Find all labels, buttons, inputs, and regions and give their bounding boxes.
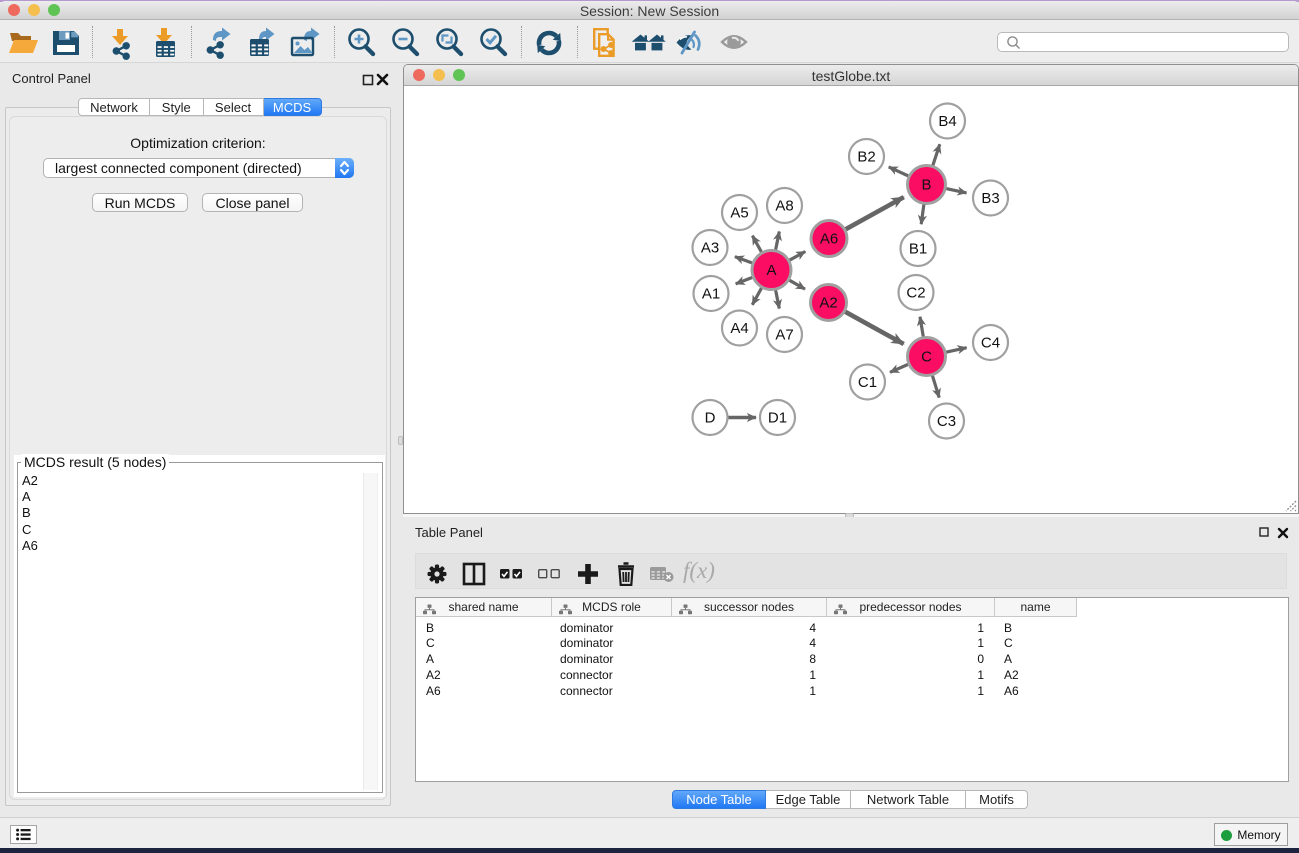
- svg-text:B1: B1: [909, 241, 927, 258]
- svg-text:C3: C3: [937, 413, 956, 430]
- svg-text:A1: A1: [702, 286, 720, 303]
- svg-text:C: C: [921, 349, 932, 366]
- svg-text:C1: C1: [858, 374, 877, 391]
- svg-text:A3: A3: [701, 240, 719, 257]
- svg-text:B3: B3: [981, 190, 999, 207]
- svg-text:B4: B4: [938, 113, 956, 130]
- svg-text:A4: A4: [730, 320, 748, 337]
- svg-text:A7: A7: [775, 327, 793, 344]
- svg-text:D1: D1: [768, 410, 787, 427]
- svg-text:A5: A5: [730, 205, 748, 222]
- svg-text:A2: A2: [819, 295, 837, 312]
- svg-text:C2: C2: [906, 285, 925, 302]
- svg-text:A6: A6: [820, 231, 838, 248]
- svg-text:A8: A8: [775, 198, 793, 215]
- svg-text:B2: B2: [857, 149, 875, 166]
- svg-text:B: B: [921, 177, 931, 194]
- svg-text:A: A: [766, 262, 776, 279]
- svg-text:C4: C4: [981, 335, 1000, 352]
- svg-text:D: D: [705, 410, 716, 427]
